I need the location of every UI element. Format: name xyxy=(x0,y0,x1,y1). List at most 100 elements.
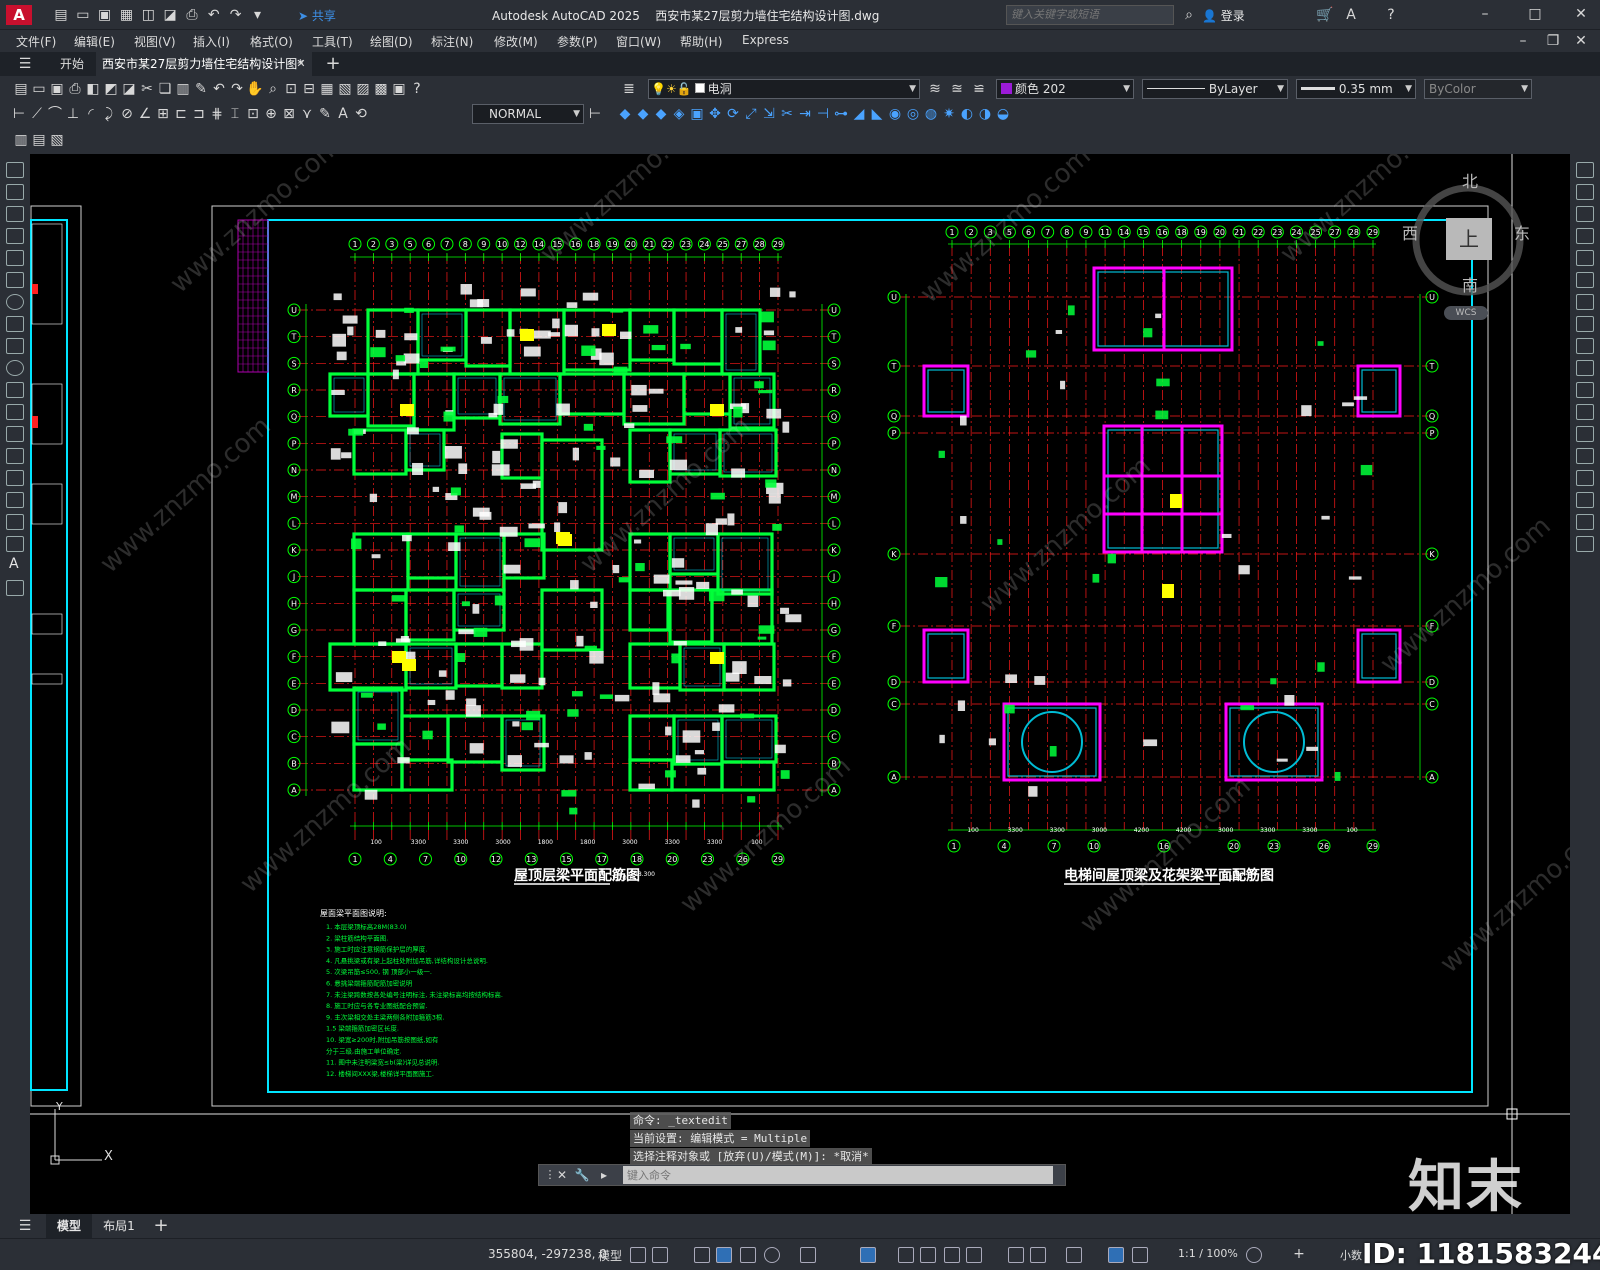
explode2-icon[interactable] xyxy=(1576,536,1594,552)
transparency-icon[interactable] xyxy=(920,1247,936,1263)
sheetset-icon[interactable]: ▩ xyxy=(372,80,390,98)
layer-dropdown[interactable]: 💡☀🔓 电洞 ▼ xyxy=(648,79,920,99)
menu-draw[interactable]: 绘图(D) xyxy=(370,33,413,50)
tab-active-drawing[interactable]: 西安市某27层剪力墙住宅结构设计图* xyxy=(96,52,312,76)
fillet-icon[interactable]: ◣ xyxy=(868,105,886,123)
dynamic-ucs-icon[interactable] xyxy=(1008,1247,1024,1263)
inspect-icon[interactable]: ⊠ xyxy=(280,105,298,123)
search-icon[interactable]: ⌕ xyxy=(1180,6,1198,24)
minimize-icon[interactable]: – xyxy=(1476,5,1494,23)
line-icon[interactable] xyxy=(6,162,24,178)
menu-file[interactable]: 文件(F) xyxy=(16,33,56,50)
search-box[interactable] xyxy=(1006,5,1174,25)
rotate2-icon[interactable] xyxy=(1576,294,1594,310)
menu-help[interactable]: 帮助(H) xyxy=(680,33,722,50)
copy-obj-icon[interactable]: ◆ xyxy=(634,105,652,123)
selection-filter-icon[interactable] xyxy=(1030,1247,1046,1263)
block-icon[interactable]: ◒ xyxy=(994,105,1012,123)
trim-icon[interactable]: ✂ xyxy=(778,105,796,123)
cut-icon[interactable]: ✂ xyxy=(138,80,156,98)
plotstyle-dropdown[interactable]: ByColor ▼ xyxy=(1424,79,1532,99)
polar-icon[interactable] xyxy=(764,1247,780,1263)
qdim-icon[interactable]: ⊞ xyxy=(154,105,172,123)
3dosnap-icon[interactable] xyxy=(966,1247,982,1263)
saveas-icon[interactable]: ▦ xyxy=(117,6,135,24)
mirror-icon[interactable]: ◆ xyxy=(652,105,670,123)
make-current-icon[interactable]: ≌ xyxy=(970,80,988,98)
zoom-window-icon[interactable]: ⊡ xyxy=(282,80,300,98)
dim-linear-icon[interactable]: ⊢ xyxy=(10,105,28,123)
circle-icon[interactable] xyxy=(6,294,24,310)
open-web-icon[interactable]: ◫ xyxy=(139,6,157,24)
menu-view[interactable]: 视图(V) xyxy=(134,33,176,50)
break2-icon[interactable] xyxy=(1576,404,1594,420)
workspace-gear-icon[interactable] xyxy=(1246,1247,1262,1263)
calc-icon[interactable]: ▣ xyxy=(390,80,408,98)
dim-jogged-icon[interactable]: ⤸ xyxy=(100,105,118,123)
gizmo-icon[interactable] xyxy=(1066,1247,1082,1263)
osnap-icon[interactable] xyxy=(860,1247,876,1263)
jog-linear-icon[interactable]: ⋎ xyxy=(298,105,316,123)
help-icon[interactable]: ? xyxy=(1382,6,1400,24)
command-input-bar[interactable]: ⋮ ✕ 🔧 ▸ xyxy=(538,1164,1066,1186)
dim-space-icon[interactable]: ⋕ xyxy=(208,105,226,123)
tab-model[interactable]: 模型 xyxy=(46,1214,92,1238)
viewcube-east[interactable]: 东 xyxy=(1514,220,1530,244)
layer-properties-icon[interactable]: ≣ xyxy=(620,80,638,98)
help2-icon[interactable]: ? xyxy=(408,80,426,98)
array2-icon[interactable] xyxy=(1576,250,1594,266)
new-tab-icon[interactable]: + xyxy=(324,55,342,73)
grid-icon[interactable] xyxy=(630,1247,646,1263)
zoom-realtime-icon[interactable]: ⌕ xyxy=(264,80,282,98)
offset2-icon[interactable] xyxy=(1576,228,1594,244)
polygon-icon[interactable] xyxy=(6,228,24,244)
union-icon[interactable]: ◉ xyxy=(886,105,904,123)
dimtedit-icon[interactable]: A xyxy=(334,105,352,123)
spline-icon[interactable] xyxy=(6,338,24,354)
drawing-canvas[interactable]: 1 2 3 5 6 7 8 9 10 12 14 15 16 18 19 20 21 22 23 24 25 27 28 29… xyxy=(30,154,1570,1214)
menu-parametric[interactable]: 参数(P) xyxy=(557,33,598,50)
fillet2-icon[interactable] xyxy=(1576,492,1594,508)
chamfer2-icon[interactable] xyxy=(1576,470,1594,486)
properties-icon[interactable]: ▦ xyxy=(318,80,336,98)
viewcube-west[interactable]: 西 xyxy=(1402,220,1418,244)
toolpalette-icon[interactable]: ▨ xyxy=(354,80,372,98)
annotation-visibility-icon[interactable] xyxy=(1108,1247,1124,1263)
dim-break-icon[interactable]: ⌶ xyxy=(226,105,244,123)
wcs-menu[interactable]: WCS xyxy=(1444,306,1488,320)
viewcube-top-face[interactable]: 上 xyxy=(1446,218,1492,260)
login-button[interactable]: 👤 登录 xyxy=(1202,7,1245,24)
hatch-icon[interactable] xyxy=(6,470,24,486)
gradient-icon[interactable] xyxy=(6,492,24,508)
3dprint-icon[interactable]: ◪ xyxy=(120,80,138,98)
extend-icon[interactable]: ⇥ xyxy=(796,105,814,123)
tolerance-icon[interactable]: ⊡ xyxy=(244,105,262,123)
trim2-icon[interactable] xyxy=(1576,360,1594,376)
xline-icon[interactable] xyxy=(6,184,24,200)
edit-block-icon[interactable]: ▥ xyxy=(12,131,30,149)
matchprop-icon[interactable]: ✎ xyxy=(192,80,210,98)
doc-minimize-icon[interactable]: – xyxy=(1514,32,1532,50)
move2-icon[interactable] xyxy=(1576,272,1594,288)
save-icon[interactable]: ▣ xyxy=(96,6,114,24)
autocad-logo-icon[interactable]: A xyxy=(6,5,32,25)
ortho-icon[interactable] xyxy=(740,1247,756,1263)
doc-close-icon[interactable]: ✕ xyxy=(1572,32,1590,50)
qsave-icon[interactable]: ▣ xyxy=(48,80,66,98)
close-icon[interactable]: ✕ xyxy=(1572,5,1590,23)
join-icon[interactable]: ⊶ xyxy=(832,105,850,123)
snap-icon[interactable] xyxy=(652,1247,668,1263)
intersect-icon[interactable]: ◍ xyxy=(922,105,940,123)
scale2-icon[interactable] xyxy=(1576,316,1594,332)
insert-icon[interactable]: ◑ xyxy=(976,105,994,123)
isodraft-icon[interactable] xyxy=(800,1247,816,1263)
refedit-icon[interactable]: ▤ xyxy=(30,131,48,149)
autoscale-icon[interactable] xyxy=(1132,1247,1148,1263)
center-mark-icon[interactable]: ⊕ xyxy=(262,105,280,123)
dimupdate-icon[interactable]: ⟲ xyxy=(352,105,370,123)
revcloud-icon[interactable] xyxy=(6,316,24,332)
qopen-icon[interactable]: ▭ xyxy=(30,80,48,98)
tab-start[interactable]: 开始 xyxy=(50,52,94,76)
dim-aligned-icon[interactable]: ⟋ xyxy=(28,105,46,123)
menu-insert[interactable]: 插入(I) xyxy=(193,33,230,50)
